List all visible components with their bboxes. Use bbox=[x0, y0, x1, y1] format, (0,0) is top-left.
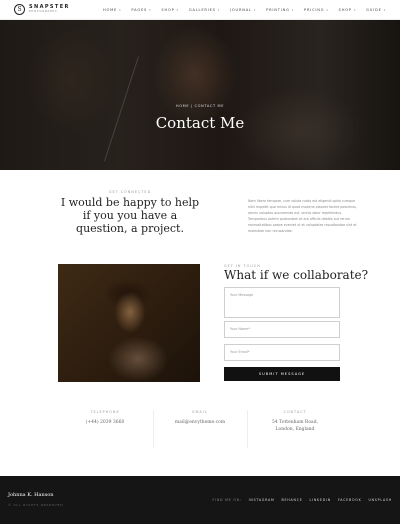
nav-item-pages[interactable]: PAGES ▾ bbox=[131, 8, 151, 12]
email-label: EMAIL bbox=[192, 410, 208, 414]
logo-mark: S bbox=[14, 4, 25, 15]
email-value[interactable]: mail@envytheme.com bbox=[150, 420, 250, 427]
main-nav: HOME ▾ PAGES ▾ SHOP ▾ GALLERIES ▾ JOURNAL ▾ P… bbox=[103, 8, 386, 12]
address-info: CONTACT 54 Tottenham Road, London, Engla… bbox=[245, 410, 345, 433]
nav-item-pricing[interactable]: PRICING ▾ bbox=[304, 8, 329, 12]
nav-item-shop[interactable]: SHOP ▾ bbox=[161, 8, 179, 12]
site-footer: Johnna K. Hanson © ALL RIGHTS RESERVED F… bbox=[0, 476, 400, 524]
social-link-linkedin[interactable]: LINKEDIN bbox=[310, 498, 331, 502]
chevron-down-icon: ▾ bbox=[383, 7, 386, 12]
chevron-down-icon: ▾ bbox=[119, 7, 122, 12]
social-label: FIND ME ON: bbox=[212, 498, 242, 502]
name-field[interactable]: Your Name* bbox=[224, 321, 340, 338]
social-link-facebook[interactable]: FACEBOOK bbox=[338, 498, 362, 502]
nav-item-journal[interactable]: JOURNAL ▾ bbox=[230, 8, 256, 12]
email-info: EMAIL mail@envytheme.com bbox=[150, 410, 250, 427]
message-field[interactable]: Your Message bbox=[224, 287, 340, 318]
chevron-down-icon: ▾ bbox=[353, 7, 357, 12]
chevron-down-icon: ▾ bbox=[253, 7, 257, 12]
phone-label: TELEPHONE bbox=[90, 410, 120, 414]
phone-info: TELEPHONE (+44) 2039 3660 bbox=[55, 410, 155, 427]
hero-banner: HOME | CONTACT ME Contact Me bbox=[0, 20, 400, 170]
chevron-down-icon: ▾ bbox=[217, 7, 221, 12]
nav-item-galleries[interactable]: GALLERIES ▾ bbox=[189, 8, 220, 12]
page-title: Contact Me bbox=[155, 114, 245, 132]
name-placeholder: Your Name* bbox=[230, 327, 251, 331]
form-heading: What if we collaborate? bbox=[224, 268, 369, 282]
nav-item-printing[interactable]: PRINTING ▾ bbox=[266, 8, 294, 12]
chevron-down-icon: ▾ bbox=[291, 7, 294, 12]
address-line-2: London, England bbox=[275, 426, 315, 432]
footer-name: Johnna K. Hanson bbox=[8, 492, 54, 498]
site-header: S SNAPSTER PHOTOGRAPHY HOME ▾ PAGES ▾ SHOP… bbox=[0, 0, 400, 20]
message-placeholder: Your Message bbox=[230, 293, 254, 297]
intro-heading: I would be happy to help if you you have… bbox=[60, 196, 200, 235]
email-field[interactable]: Your Email* bbox=[224, 344, 340, 361]
footer-copyright: © ALL RIGHTS RESERVED bbox=[8, 503, 64, 507]
social-link-unsplash[interactable]: UNSPLASH bbox=[368, 498, 392, 502]
breadcrumb: HOME | CONTACT ME bbox=[175, 104, 225, 108]
email-placeholder: Your Email* bbox=[230, 350, 250, 354]
nav-item-shop-2[interactable]: SHOP ▾ bbox=[339, 8, 357, 12]
nav-item-guide[interactable]: GUIDE ▾ bbox=[366, 8, 386, 12]
submit-button[interactable]: SUBMIT MESSAGE bbox=[224, 367, 340, 381]
chevron-down-icon: ▾ bbox=[176, 7, 179, 12]
nav-item-home[interactable]: HOME ▾ bbox=[103, 8, 121, 12]
social-link-behance[interactable]: BEHANCE bbox=[282, 498, 303, 502]
address-label: CONTACT bbox=[283, 410, 307, 414]
logo[interactable]: S SNAPSTER PHOTOGRAPHY bbox=[14, 4, 70, 15]
chevron-down-icon: ▾ bbox=[326, 7, 329, 12]
portrait-photo bbox=[58, 264, 200, 382]
chevron-down-icon: ▾ bbox=[149, 7, 152, 12]
logo-subtitle: PHOTOGRAPHY bbox=[29, 10, 58, 14]
social-links: FIND ME ON: INSTAGRAM BEHANCE LINKEDIN F… bbox=[213, 498, 393, 502]
intro-label: GET CONNECTED bbox=[108, 190, 152, 194]
intro-text: Nam libero tempore, cum soluta nobis est… bbox=[248, 199, 357, 233]
social-link-instagram[interactable]: INSTAGRAM bbox=[249, 498, 275, 502]
phone-value[interactable]: (+44) 2039 3660 bbox=[55, 420, 155, 427]
